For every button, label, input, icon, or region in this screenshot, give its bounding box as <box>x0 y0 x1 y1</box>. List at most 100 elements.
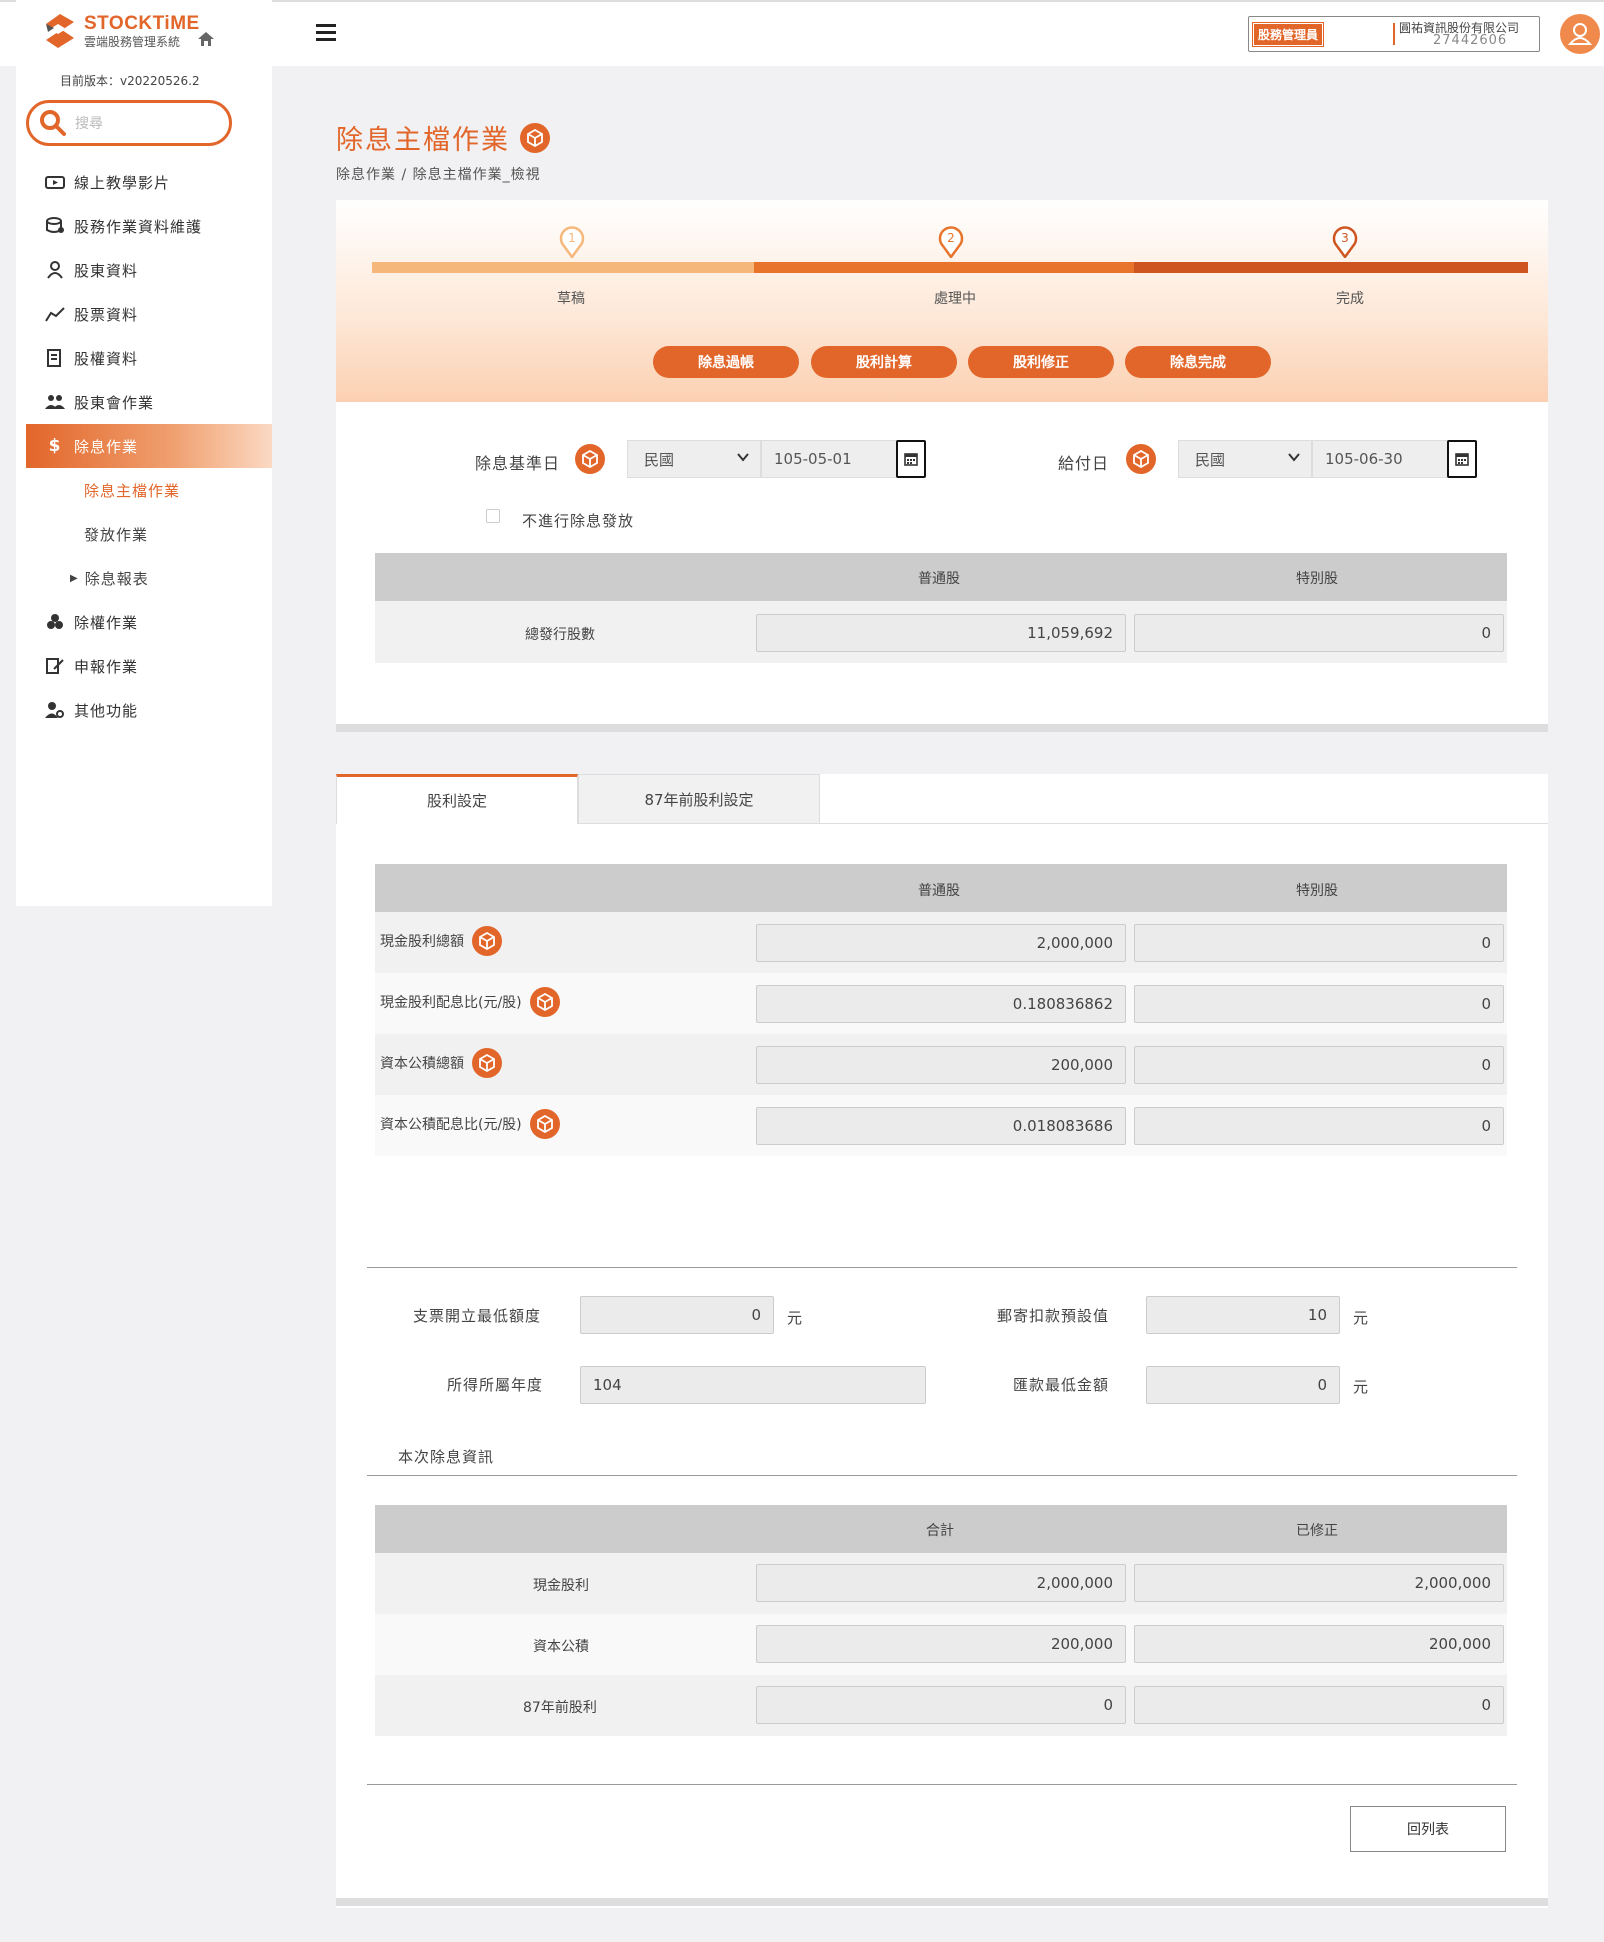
no-dividend-checkbox[interactable] <box>486 509 500 523</box>
check-min-input[interactable]: 0 <box>580 1296 774 1334</box>
section-line <box>367 1475 1517 1476</box>
sidebar-subitem-reports[interactable]: ▶ 除息報表 <box>16 556 272 600</box>
sidebar-item-label: 股票資料 <box>74 305 139 324</box>
cash-dividend-sum: 2,000,000 <box>756 1564 1126 1602</box>
summary-title: 本次除息資訊 <box>398 1448 495 1466</box>
row-label: 現金股利 <box>533 1578 589 1594</box>
dividend-modify-button[interactable]: 股利修正 <box>968 346 1114 378</box>
dividend-calculate-button[interactable]: 股利計算 <box>811 346 957 378</box>
sidebar-item-label: 股務作業資料維護 <box>74 217 203 236</box>
sidebar-item-stocks[interactable]: 股票資料 <box>16 292 272 336</box>
pay-date-label: 給付日 <box>1058 454 1110 473</box>
user-role-box: 股務管理員 圓祐資訊股份有限公司 27442606 <box>1248 16 1540 52</box>
cash-dividend-total-common: 2,000,000 <box>756 924 1126 962</box>
home-icon[interactable] <box>198 32 214 50</box>
capital-reserve-ratio-special: 0 <box>1134 1107 1504 1145</box>
cash-dividend-ratio-common: 0.180836862 <box>756 985 1126 1023</box>
search-input[interactable]: 搜尋 <box>75 113 103 133</box>
pre87-dividend-fixed: 0 <box>1134 1686 1504 1724</box>
role-badge: 股務管理員 <box>1253 23 1324 46</box>
tab-pre87-dividend[interactable]: 87年前股利設定 <box>578 774 820 824</box>
sidebar-item-meeting[interactable]: 股東會作業 <box>16 380 272 424</box>
box-icon[interactable] <box>575 444 605 474</box>
sidebar-item-other[interactable]: 其他功能 <box>16 688 272 732</box>
app-logo[interactable]: STOCKTiME 雲端股務管理系統 <box>40 12 200 50</box>
user-icon <box>44 259 66 281</box>
box-icon[interactable] <box>529 987 560 1017</box>
calendar-icon[interactable] <box>1447 440 1477 478</box>
sidebar-item-rights[interactable]: 除權作業 <box>16 600 272 644</box>
step-2-label: 處理中 <box>934 291 976 307</box>
back-to-list-button[interactable]: 回列表 <box>1350 1806 1506 1852</box>
sidebar-item-maintenance[interactable]: 股務作業資料維護 <box>16 204 272 248</box>
row-label-text: 資本公積總額 <box>380 1056 464 1072</box>
sidebar-item-equity[interactable]: 股權資料 <box>16 336 272 380</box>
row-label-text: 現金股利配息比(元/股) <box>380 995 522 1011</box>
chevron-down-icon <box>1287 450 1301 468</box>
calendar-icon[interactable] <box>896 440 926 478</box>
cash-dividend-total-special: 0 <box>1134 924 1504 962</box>
version-text: 目前版本：v20220526.2 <box>60 74 200 88</box>
company-id: 27442606 <box>1433 33 1508 48</box>
col-common: 普通股 <box>918 571 960 587</box>
row-label: 資本公積 <box>533 1639 589 1655</box>
breadcrumb: 除息作業 / 除息主檔作業_檢視 <box>336 167 541 183</box>
col-fixed: 已修正 <box>1296 1523 1338 1539</box>
pre87-dividend-sum: 0 <box>756 1686 1126 1724</box>
chevron-down-icon <box>736 450 750 468</box>
document-icon <box>44 347 66 369</box>
base-date-input[interactable]: 105-05-01 <box>761 440 899 478</box>
pay-date-input[interactable]: 105-06-30 <box>1312 440 1450 478</box>
sidebar-item-shareholders[interactable]: 股東資料 <box>16 248 272 292</box>
dividend-posting-button[interactable]: 除息過帳 <box>653 346 799 378</box>
remit-min-input[interactable]: 0 <box>1146 1366 1340 1404</box>
line-chart-icon <box>44 303 66 325</box>
sidebar-subitem-distribution[interactable]: 發放作業 <box>16 512 272 556</box>
sidebar-item-label: 其他功能 <box>74 701 139 720</box>
postal-label: 郵寄扣款預設值 <box>997 1307 1110 1325</box>
sidebar-item-label: 申報作業 <box>74 657 139 676</box>
box-icon[interactable] <box>1126 444 1156 474</box>
box-icon[interactable] <box>529 1109 560 1139</box>
sidebar-item-videos[interactable]: 線上教學影片 <box>16 160 272 204</box>
sidebar-subitem-dividend-master[interactable]: 除息主檔作業 <box>16 468 272 512</box>
dollar-icon: $ <box>48 436 62 456</box>
remit-min-label: 匯款最低金額 <box>1013 1376 1110 1394</box>
box-icon[interactable] <box>472 1048 502 1078</box>
menu-toggle-icon[interactable] <box>316 24 336 45</box>
income-year-input[interactable]: 104 <box>580 1366 926 1404</box>
step-3-marker: 3 <box>1332 224 1358 260</box>
total-shares-label: 總發行股數 <box>525 627 595 643</box>
row-label: 現金股利配息比(元/股) <box>380 987 560 1017</box>
sidebar-item-dividend[interactable]: $ 除息作業 <box>26 424 272 468</box>
capital-reserve-ratio-common: 0.018083686 <box>756 1107 1126 1145</box>
user-gear-icon <box>44 699 66 721</box>
check-min-label: 支票開立最低額度 <box>413 1307 542 1325</box>
no-dividend-label: 不進行除息發放 <box>522 512 635 530</box>
step-bar-1 <box>372 262 754 273</box>
sidebar-item-reporting[interactable]: 申報作業 <box>16 644 272 688</box>
section-line <box>367 1784 1517 1785</box>
postal-input[interactable]: 10 <box>1146 1296 1340 1334</box>
sidebar-subitem-label: 發放作業 <box>84 525 149 544</box>
caret-right-icon: ▶ <box>70 572 79 584</box>
step-2-number: 2 <box>947 231 955 245</box>
row-label-text: 現金股利總額 <box>380 934 464 950</box>
sidebar-item-label: 股東資料 <box>74 261 139 280</box>
step-3-number: 3 <box>1341 231 1349 245</box>
base-era-select[interactable]: 民國 <box>627 440 761 478</box>
user-avatar-icon[interactable] <box>1560 14 1600 54</box>
step-2-marker: 2 <box>938 224 964 260</box>
unit-label: 元 <box>787 1309 803 1327</box>
pay-era-select[interactable]: 民國 <box>1178 440 1312 478</box>
box-icon[interactable] <box>472 926 502 956</box>
row-label: 資本公積總額 <box>380 1048 502 1078</box>
box-icon[interactable] <box>520 122 550 153</box>
dividend-complete-button[interactable]: 除息完成 <box>1125 346 1271 378</box>
tab-dividend-settings[interactable]: 股利設定 <box>336 774 578 824</box>
base-era-value: 民國 <box>644 450 675 469</box>
brand-name: STOCKTiME <box>84 13 200 34</box>
search-box[interactable]: 搜尋 <box>26 100 232 146</box>
step-3-label: 完成 <box>1336 291 1364 307</box>
role-separator <box>1393 23 1395 45</box>
